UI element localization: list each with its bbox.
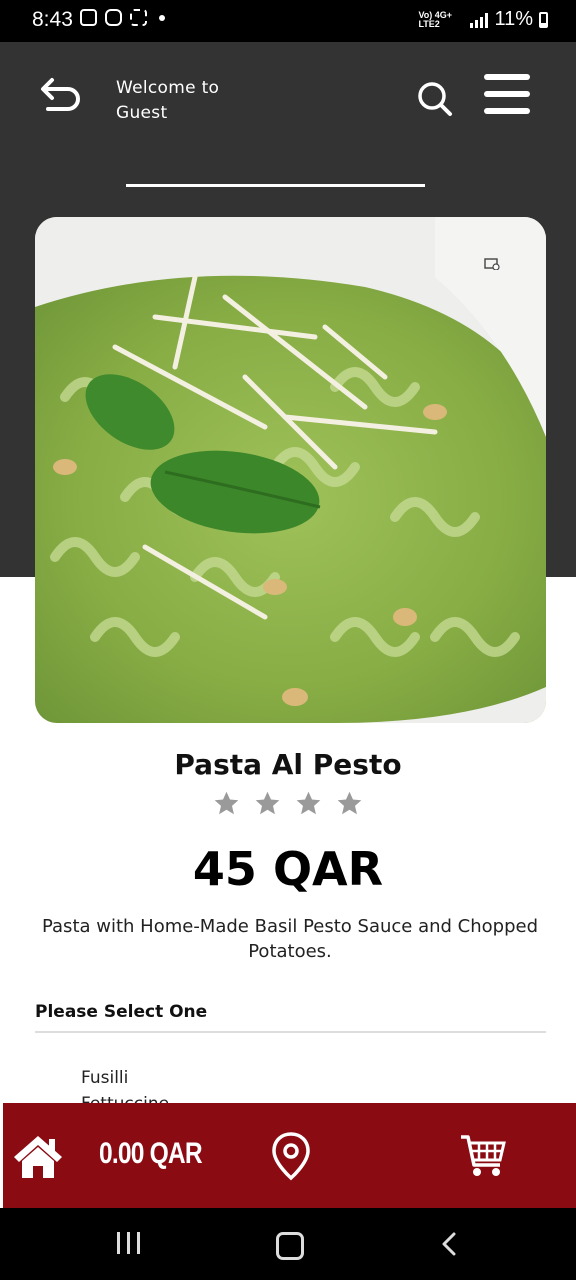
system-navigation-bar [0, 1208, 576, 1280]
product-name: Pasta Al Pesto [174, 748, 402, 781]
hamburger-menu-button[interactable] [484, 74, 530, 122]
options-title: Please Select One [35, 1002, 208, 1022]
system-back-icon[interactable] [440, 1232, 460, 1256]
search-button[interactable] [416, 80, 454, 118]
option-item[interactable]: Fusilli [81, 1068, 169, 1094]
network-indicator: Vo) 4G+ LTE2 [418, 9, 453, 29]
welcome-text: Welcome to Guest [116, 76, 219, 126]
search-icon [418, 82, 452, 116]
menu-bar [484, 91, 530, 97]
location-button[interactable] [271, 1131, 311, 1181]
recents-bar [127, 1232, 130, 1254]
back-arrow-icon [41, 78, 80, 111]
recents-bar [137, 1232, 140, 1254]
options-divider [35, 1031, 546, 1033]
gallery-notification-icon [80, 9, 97, 26]
cart-button[interactable] [459, 1133, 507, 1179]
menu-bar [484, 108, 530, 114]
menu-bar [484, 74, 530, 80]
battery-icon [539, 11, 548, 28]
battery-percent: 11% [494, 8, 533, 30]
shopping-cart-icon [461, 1135, 506, 1176]
star-icon[interactable] [336, 790, 363, 817]
gallery-icon[interactable] [484, 258, 500, 270]
header-divider [126, 184, 425, 187]
location-pin-icon [272, 1132, 310, 1181]
screenshot-notification-icon [130, 9, 147, 26]
product-description: Pasta with Home-Made Basil Pesto Sauce a… [41, 916, 539, 962]
home-button[interactable] [11, 1133, 65, 1181]
product-price: 45 QAR [192, 842, 384, 896]
recents-bar [117, 1232, 120, 1254]
welcome-label: Welcome to [116, 78, 220, 98]
recents-button[interactable] [117, 1232, 140, 1254]
system-home-button[interactable] [276, 1232, 304, 1260]
star-rating[interactable] [0, 790, 576, 817]
pasta-pesto-photo [35, 217, 546, 723]
status-right: Vo) 4G+ LTE2 11% [418, 8, 548, 31]
signal-icon [470, 12, 489, 28]
product-image [35, 217, 546, 723]
star-icon[interactable] [295, 790, 322, 817]
status-bar: 8:43 Vo) 4G+ LTE2 11% [0, 0, 576, 42]
cart-total: 0.00 QAR [99, 1137, 203, 1170]
instagram-notification-icon [105, 9, 122, 26]
more-notifications-dot [159, 14, 165, 21]
back-button[interactable] [38, 74, 84, 116]
bottom-action-bar: 0.00 QAR [0, 1103, 576, 1208]
home-icon [14, 1136, 62, 1178]
status-notification-icons [80, 9, 165, 26]
status-time: 8:43 [32, 8, 73, 31]
star-icon[interactable] [213, 790, 240, 817]
user-name: Guest [116, 103, 168, 123]
star-icon[interactable] [254, 790, 281, 817]
